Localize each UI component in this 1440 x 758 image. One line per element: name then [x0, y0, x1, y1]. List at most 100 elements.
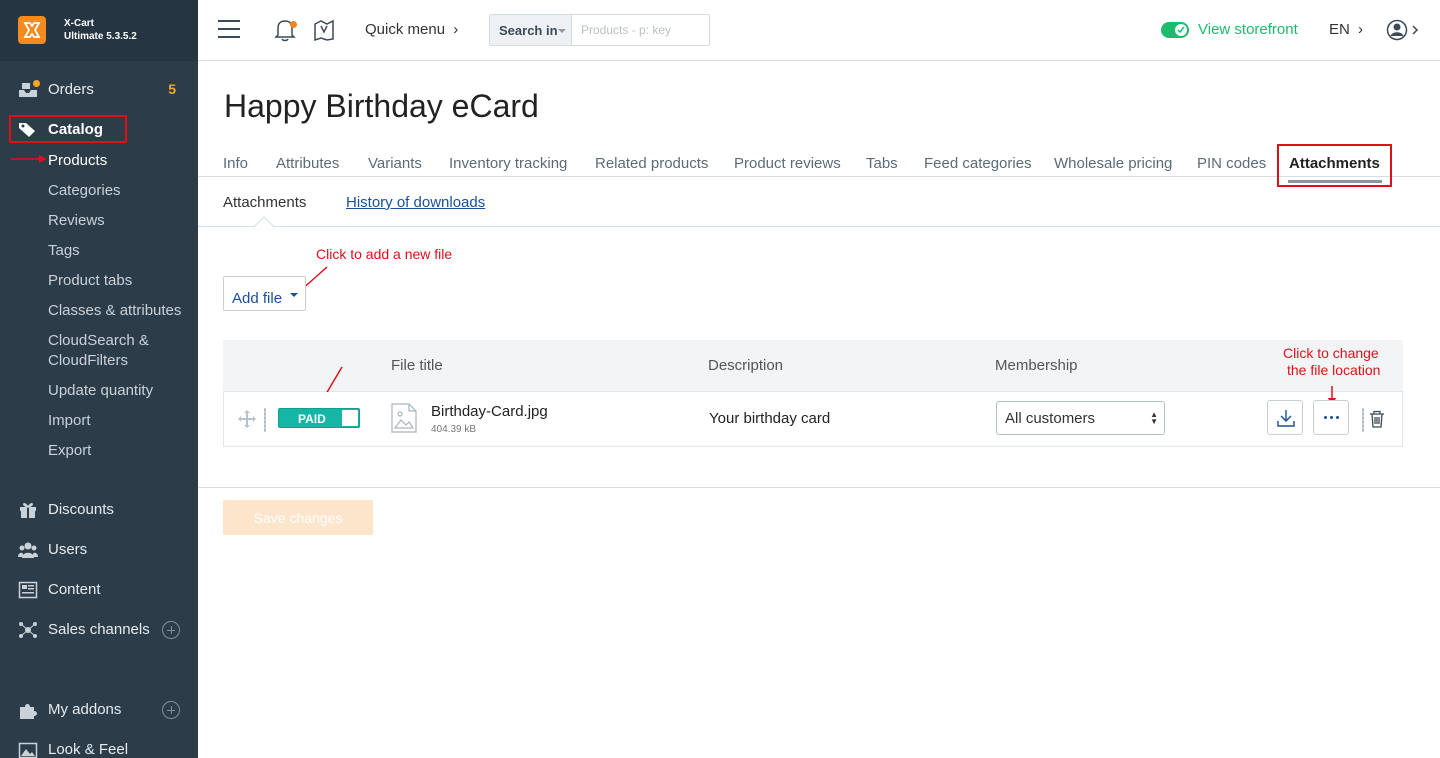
view-storefront-link[interactable]: View storefront	[1198, 21, 1298, 38]
sidebar-item-label: Discounts	[48, 501, 114, 518]
subtab-attachments[interactable]: Attachments	[223, 194, 306, 211]
products-pointer-arrow	[11, 155, 47, 163]
sidebar-item-classes-attributes[interactable]: Classes & attributes	[48, 302, 181, 319]
sidebar-item-label: Sales channels	[48, 621, 150, 638]
storefront-map-icon[interactable]	[313, 18, 335, 47]
quick-menu-button[interactable]: Quick menu ›	[365, 21, 458, 38]
sidebar-item-cloudfilters[interactable]: CloudFilters	[48, 352, 128, 369]
sidebar-item-discounts[interactable]: Discounts	[0, 495, 198, 525]
sidebar-item-label: Content	[48, 581, 101, 598]
sidebar-item-sales-channels[interactable]: Sales channels	[0, 615, 198, 645]
sidebar-item-import[interactable]: Import	[48, 412, 91, 429]
paid-label: PAID	[298, 412, 326, 426]
attachments-table-header: File title Description Membership	[223, 340, 1403, 392]
select-arrows-icon: ▲ ▼	[1150, 410, 1158, 426]
brand-version: Ultimate 5.3.5.2	[64, 31, 137, 42]
caret-down-icon	[558, 29, 566, 33]
drag-move-icon[interactable]	[237, 409, 257, 434]
more-dots-icon	[1324, 416, 1339, 420]
caret-down-icon	[290, 293, 298, 297]
search-box: Search in	[489, 14, 710, 46]
tab-related-products[interactable]: Related products	[595, 155, 708, 172]
product-tabs: Info Attributes Variants Inventory track…	[198, 142, 1440, 183]
users-icon	[18, 541, 38, 559]
image-file-icon	[391, 403, 417, 438]
subtab-history-of-downloads[interactable]: History of downloads	[346, 194, 485, 211]
sidebar: X-Cart Ultimate 5.3.5.2 Orders 5 Catalog…	[0, 0, 198, 758]
notification-dot	[290, 21, 297, 28]
add-addon-icon[interactable]	[162, 701, 180, 719]
tab-feed-categories[interactable]: Feed categories	[924, 155, 1032, 172]
header-file-title: File title	[391, 357, 443, 374]
sidebar-item-my-addons[interactable]: My addons	[0, 695, 198, 725]
attachment-subtabs: Attachments History of downloads	[198, 177, 1440, 236]
xcart-logo-icon[interactable]	[18, 16, 46, 44]
trash-icon[interactable]	[1369, 410, 1385, 433]
row-handle-dots	[264, 408, 266, 432]
storefront-toggle[interactable]	[1161, 22, 1189, 38]
search-in-label: Search in	[499, 23, 558, 38]
catalog-highlight-box	[9, 115, 127, 143]
tab-wholesale-pricing[interactable]: Wholesale pricing	[1054, 155, 1172, 172]
download-button[interactable]	[1267, 400, 1303, 435]
puzzle-icon	[18, 701, 38, 719]
sidebar-item-products[interactable]: Products	[48, 152, 107, 169]
sidebar-item-update-quantity[interactable]: Update quantity	[48, 382, 153, 399]
annotation-add-file: Click to add a new file	[316, 246, 453, 262]
tab-info[interactable]: Info	[223, 155, 248, 172]
file-name[interactable]: Birthday-Card.jpg	[431, 403, 548, 420]
language-selector[interactable]: EN ›	[1329, 21, 1363, 38]
sidebar-item-label: Look & Feel	[48, 741, 129, 758]
sidebar-item-categories[interactable]: Categories	[48, 182, 121, 199]
menu-toggle-icon[interactable]	[218, 20, 240, 38]
row-separator-dots	[1362, 408, 1364, 432]
file-description[interactable]: Your birthday card	[709, 410, 830, 427]
sidebar-item-label: Orders	[48, 81, 94, 98]
orders-notification-dot	[33, 80, 40, 87]
sales-channels-icon	[18, 621, 38, 639]
sidebar-item-orders[interactable]: Orders 5	[0, 75, 198, 105]
sidebar-item-cloudsearch[interactable]: CloudSearch &	[48, 332, 149, 349]
content-icon	[18, 581, 38, 599]
annotation-change-location-line1: Click to change	[1283, 345, 1379, 361]
header-membership: Membership	[995, 357, 1078, 374]
topbar: Quick menu › Search in View storefront E…	[198, 0, 1440, 61]
save-changes-button[interactable]: Save changes	[223, 500, 373, 535]
add-file-label: Add file	[232, 289, 283, 307]
membership-value: All customers	[1005, 410, 1096, 427]
search-input[interactable]	[572, 15, 709, 45]
sidebar-item-export[interactable]: Export	[48, 442, 91, 459]
sidebar-item-label: My addons	[48, 701, 122, 718]
sidebar-item-look-feel[interactable]: Look & Feel	[0, 735, 198, 758]
sidebar-item-reviews[interactable]: Reviews	[48, 212, 105, 229]
annotation-change-location-line2: the file location	[1287, 362, 1381, 378]
sidebar-item-label: Users	[48, 541, 88, 558]
orders-count-badge: 5	[168, 81, 176, 97]
form-separator	[198, 487, 1440, 488]
tab-attributes[interactable]: Attributes	[276, 155, 339, 172]
file-size: 404.39 kB	[431, 424, 477, 435]
brand-name: X-Cart Ultimate 5.3.5.2	[64, 17, 137, 43]
sidebar-item-users[interactable]: Users	[0, 535, 198, 565]
download-icon	[1277, 410, 1295, 427]
user-account-icon[interactable]	[1386, 19, 1420, 46]
tab-inventory-tracking[interactable]: Inventory tracking	[449, 155, 567, 172]
sidebar-item-product-tabs[interactable]: Product tabs	[48, 272, 132, 289]
sidebar-item-content[interactable]: Content	[0, 575, 198, 605]
tab-variants[interactable]: Variants	[368, 155, 422, 172]
add-file-button[interactable]: Add file	[223, 276, 306, 311]
sidebar-item-tags[interactable]: Tags	[48, 242, 80, 259]
tab-product-reviews[interactable]: Product reviews	[734, 155, 841, 172]
brand-header: X-Cart Ultimate 5.3.5.2	[0, 0, 198, 61]
search-in-select[interactable]: Search in	[490, 15, 572, 45]
toggle-knob	[342, 410, 358, 426]
add-sales-channel-icon[interactable]	[162, 621, 180, 639]
subtab-pointer	[254, 216, 274, 236]
image-icon	[18, 741, 38, 758]
paid-toggle[interactable]: PAID	[278, 408, 360, 428]
tab-pin-codes[interactable]: PIN codes	[1197, 155, 1266, 172]
change-file-location-button[interactable]	[1313, 400, 1349, 435]
chevron-right-icon: ›	[1358, 21, 1364, 38]
membership-select[interactable]: All customers ▲ ▼	[996, 401, 1165, 435]
tab-tabs[interactable]: Tabs	[866, 155, 898, 172]
